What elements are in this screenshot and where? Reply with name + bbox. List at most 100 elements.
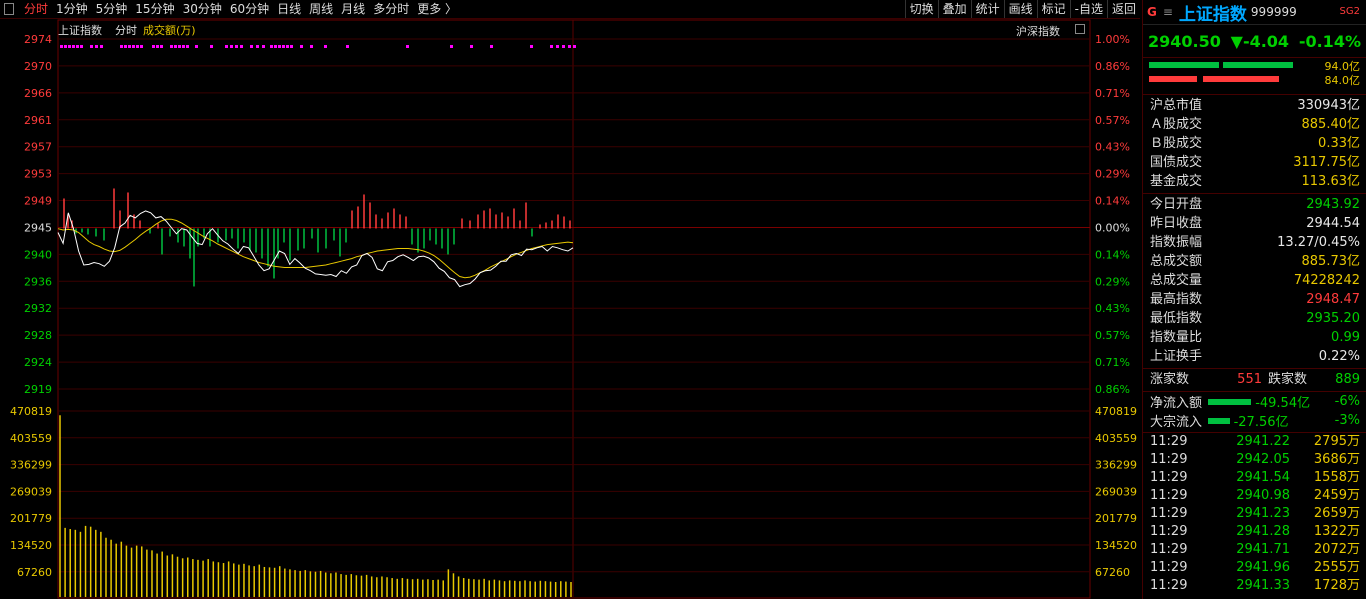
tab-1[interactable]: 1分钟 bbox=[52, 0, 92, 18]
sell-bar-left bbox=[1149, 76, 1197, 82]
event-marker bbox=[100, 45, 103, 48]
legend-index-name: 上证指数 bbox=[58, 24, 102, 37]
index-stat-value: 2948.47 bbox=[1306, 292, 1360, 307]
event-marker bbox=[210, 45, 213, 48]
index-stat-value: 2944.54 bbox=[1306, 216, 1360, 231]
price-axis-label: 2949 bbox=[24, 195, 52, 208]
tab-10[interactable]: 更多 〉 bbox=[413, 0, 461, 18]
event-marker bbox=[406, 45, 409, 48]
tick-list[interactable]: 11:29 2941.22 2795万 11:29 2942.05 3686万 11:29 2… bbox=[1143, 432, 1366, 595]
volume-axis-label-right: 201779 bbox=[1095, 512, 1137, 525]
toolbar-action-0[interactable]: 切换 bbox=[904, 0, 938, 18]
tab-9[interactable]: 多分时 bbox=[369, 0, 413, 18]
market-stat-row: 基金成交 113.63亿 bbox=[1143, 172, 1366, 191]
panel-toggle-icon[interactable] bbox=[4, 3, 14, 15]
volume-axis-label-right: 470819 bbox=[1095, 405, 1137, 418]
flow-label: 大宗流入 bbox=[1150, 415, 1203, 430]
event-marker bbox=[230, 45, 233, 48]
toolbar-action-3[interactable]: 画线 bbox=[1003, 0, 1037, 18]
event-marker bbox=[568, 45, 571, 48]
tick-price: 2941.22 bbox=[1236, 434, 1290, 449]
tick-price: 2941.23 bbox=[1236, 506, 1290, 521]
group-badge[interactable]: G bbox=[1147, 5, 1157, 19]
toolbar-action-4[interactable]: 标记 bbox=[1036, 0, 1070, 18]
event-marker bbox=[72, 45, 75, 48]
flow-amount: -27.56亿 bbox=[1233, 415, 1289, 430]
tab-0[interactable]: 分时 bbox=[20, 0, 52, 18]
tick-time: 11:29 bbox=[1150, 542, 1188, 557]
index-stat-value: 74228242 bbox=[1293, 273, 1360, 288]
flow-amount: -49.54亿 bbox=[1255, 396, 1311, 411]
advance-decline: 涨家数 551 跌家数 889 bbox=[1143, 369, 1366, 392]
compare-index-label[interactable]: 沪深指数 bbox=[1016, 23, 1060, 39]
event-marker bbox=[573, 45, 576, 48]
quote-panel: G ≡ 上证指数 999999 SG2 2940.50 ▼-4.04 -0.14… bbox=[1142, 0, 1366, 599]
tab-4[interactable]: 30分钟 bbox=[179, 0, 226, 18]
tick-price: 2942.05 bbox=[1236, 452, 1290, 467]
intraday-chart[interactable]: 2974 1.00% 2970 0.86% 2966 0.71% 2961 0.57% 2957… bbox=[0, 19, 1140, 599]
tick-time: 11:29 bbox=[1150, 560, 1188, 575]
event-marker bbox=[274, 45, 277, 48]
tick-row[interactable]: 11:29 2941.28 1322万 bbox=[1143, 523, 1366, 541]
tick-price: 2940.98 bbox=[1236, 488, 1290, 503]
event-marker bbox=[470, 45, 473, 48]
tick-time: 11:29 bbox=[1150, 578, 1188, 593]
tick-row[interactable]: 11:29 2940.98 2459万 bbox=[1143, 487, 1366, 505]
price-axis-label: 2932 bbox=[24, 302, 52, 315]
tick-row[interactable]: 11:29 2941.33 1728万 bbox=[1143, 577, 1366, 595]
tab-5[interactable]: 60分钟 bbox=[226, 0, 273, 18]
pct-axis-label: 0.86% bbox=[1095, 383, 1130, 396]
price-axis-label: 2957 bbox=[24, 141, 52, 154]
market-stat-value: 3117.75亿 bbox=[1293, 155, 1360, 170]
pct-axis-label: 0.57% bbox=[1095, 329, 1130, 342]
tick-row[interactable]: 11:29 2942.05 3686万 bbox=[1143, 451, 1366, 469]
tick-row[interactable]: 11:29 2941.22 2795万 bbox=[1143, 433, 1366, 451]
tick-row[interactable]: 11:29 2941.54 1558万 bbox=[1143, 469, 1366, 487]
event-marker bbox=[182, 45, 185, 48]
event-marker bbox=[346, 45, 349, 48]
level-badge: SG2 bbox=[1339, 6, 1360, 17]
down-label: 跌家数 bbox=[1268, 372, 1308, 387]
volume-axis-label: 201779 bbox=[10, 512, 52, 525]
volume-axis-label-right: 336299 bbox=[1095, 459, 1137, 472]
chart-canvas[interactable]: 2974 1.00% 2970 0.86% 2966 0.71% 2961 0.57% 2957… bbox=[0, 19, 1140, 599]
pct-axis-label: 0.71% bbox=[1095, 356, 1130, 369]
flow-label: 净流入额 bbox=[1150, 396, 1203, 411]
tick-time: 11:29 bbox=[1150, 452, 1188, 467]
index-stat-label: 指数量比 bbox=[1150, 330, 1203, 345]
event-marker bbox=[324, 45, 327, 48]
tick-row[interactable]: 11:29 2941.71 2072万 bbox=[1143, 541, 1366, 559]
tick-row[interactable]: 11:29 2941.23 2659万 bbox=[1143, 505, 1366, 523]
tab-3[interactable]: 15分钟 bbox=[131, 0, 178, 18]
last-price: 2940.50 bbox=[1148, 31, 1221, 51]
legend-volume-label: 成交额(万) bbox=[143, 24, 196, 37]
tab-7[interactable]: 周线 bbox=[305, 0, 337, 18]
toolbar-action-6[interactable]: 返回 bbox=[1106, 0, 1140, 18]
toolbar-action-1[interactable]: 叠加 bbox=[937, 0, 971, 18]
up-count: 551 bbox=[1237, 372, 1262, 387]
tick-volume: 2795万 bbox=[1313, 434, 1360, 449]
tick-row[interactable]: 11:29 2941.96 2555万 bbox=[1143, 559, 1366, 577]
up-label: 涨家数 bbox=[1150, 372, 1190, 387]
tab-6[interactable]: 日线 bbox=[273, 0, 305, 18]
price-axis-label: 2940 bbox=[24, 248, 52, 261]
toolbar-action-2[interactable]: 统计 bbox=[970, 0, 1004, 18]
flow-pct: -3% bbox=[1334, 413, 1360, 428]
market-stat-row: 沪总市值 330943亿 bbox=[1143, 96, 1366, 115]
menu-icon[interactable]: ≡ bbox=[1163, 5, 1173, 19]
compare-toggle-checkbox[interactable] bbox=[1075, 24, 1085, 34]
event-marker bbox=[286, 45, 289, 48]
tab-2[interactable]: 5分钟 bbox=[92, 0, 132, 18]
index-stat-row: 总成交额 885.73亿 bbox=[1143, 252, 1366, 271]
market-stats: 沪总市值 330943亿 Ａ股成交 885.40亿 Ｂ股成交 0.33亿 国债成交 3117.… bbox=[1143, 95, 1366, 194]
price-axis-label: 2953 bbox=[24, 168, 52, 181]
event-marker bbox=[60, 45, 63, 48]
index-stats: 今日开盘 2943.92 昨日收盘 2944.54 指数振幅 13.27/0.45% 总成交… bbox=[1143, 194, 1366, 369]
index-stat-row: 总成交量 74228242 bbox=[1143, 271, 1366, 290]
tab-8[interactable]: 月线 bbox=[337, 0, 369, 18]
buy-bar-left bbox=[1149, 62, 1219, 68]
tick-price: 2941.54 bbox=[1236, 470, 1290, 485]
volume-axis-label: 67260 bbox=[17, 566, 52, 579]
toolbar-action-5[interactable]: -自选 bbox=[1069, 0, 1107, 18]
price-axis-label: 2974 bbox=[24, 33, 52, 46]
